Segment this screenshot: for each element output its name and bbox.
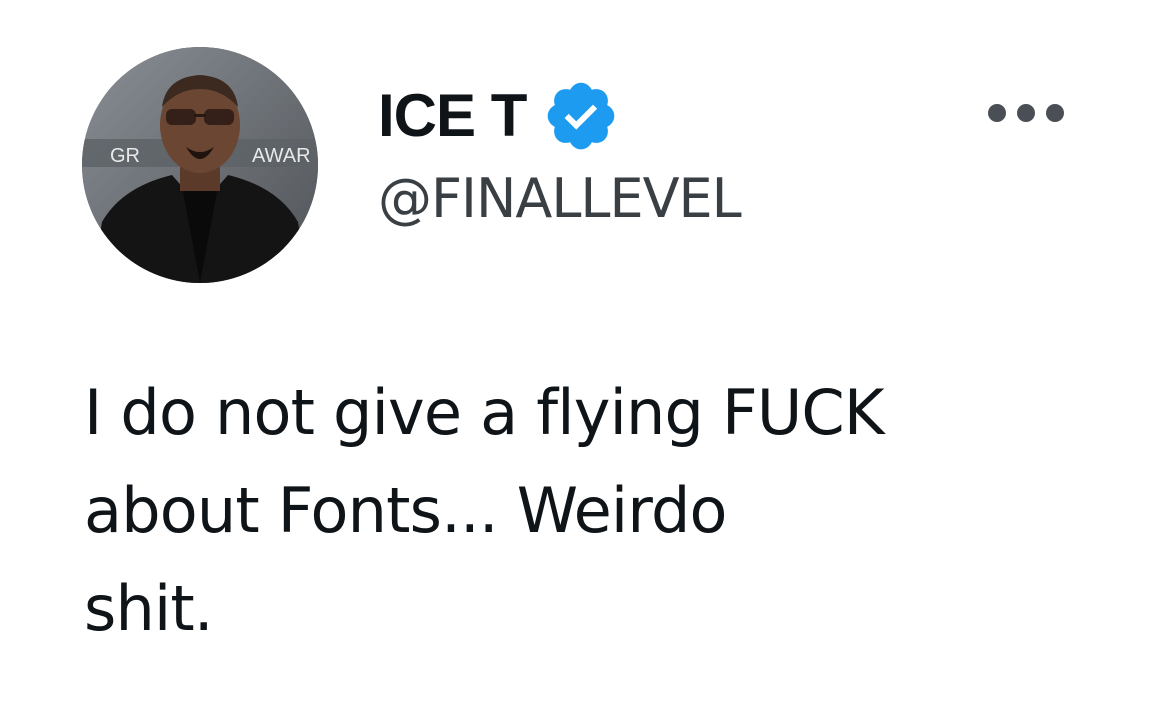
more-options-icon <box>988 104 1006 122</box>
display-name[interactable]: ICE T <box>378 86 527 146</box>
tweet-text: I do not give a flying FUCK about Fonts.… <box>84 376 885 645</box>
tweet-card: GR AWAR ICE T @FINALLEVEL I do not give … <box>0 0 1152 707</box>
avatar-photo: GR AWAR <box>82 47 318 283</box>
avatar-backdrop-right: AWAR <box>252 145 311 167</box>
user-handle[interactable]: @FINALLEVEL <box>378 172 742 226</box>
more-options-button[interactable] <box>988 98 1064 128</box>
verified-badge-icon <box>542 77 620 155</box>
avatar[interactable]: GR AWAR <box>82 47 318 283</box>
more-options-icon <box>1017 104 1035 122</box>
author-name-row: ICE T <box>378 76 620 156</box>
avatar-backdrop-left: GR <box>110 145 140 167</box>
more-options-icon <box>1046 104 1064 122</box>
